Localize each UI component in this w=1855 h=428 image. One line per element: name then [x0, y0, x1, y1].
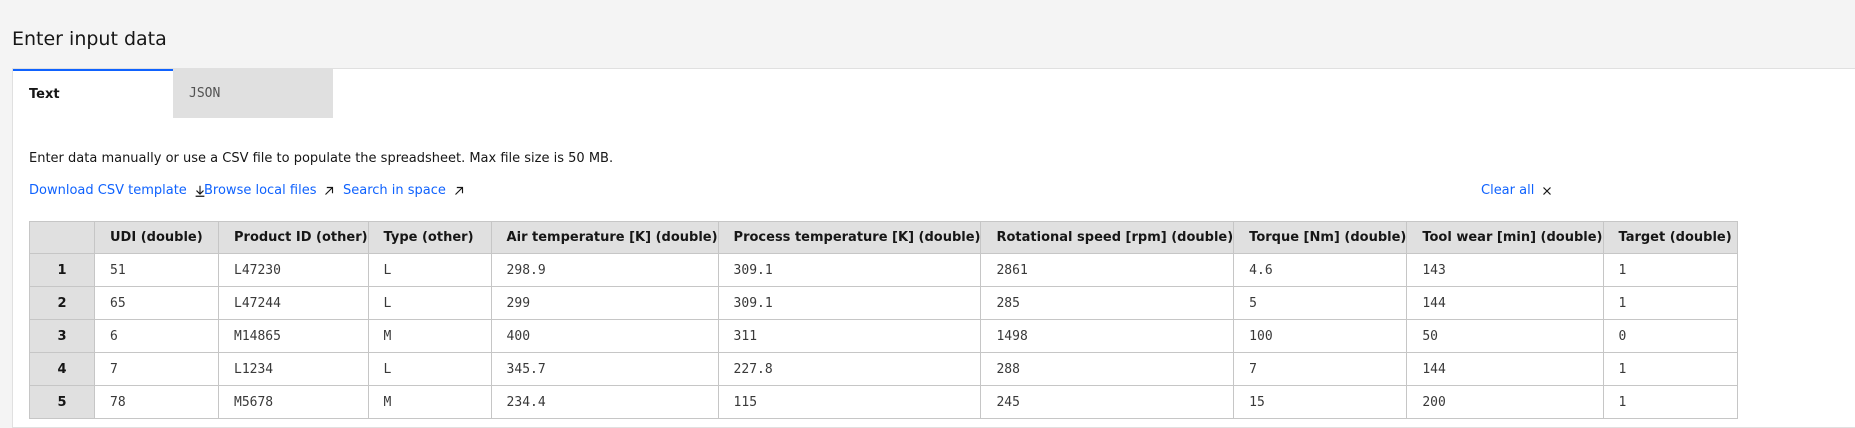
- table-row: 4 7 L1234 L 345.7 227.8 288 7 144 1: [29, 352, 1738, 386]
- row-number[interactable]: 3: [29, 319, 95, 353]
- close-icon: [1543, 186, 1552, 195]
- column-header[interactable]: UDI (double): [94, 221, 219, 254]
- browse-local-files-link[interactable]: Browse local files: [204, 183, 336, 198]
- table-row: 3 6 M14865 M 400 311 1498 100 50 0: [29, 319, 1738, 353]
- tab-list: Text JSON: [13, 69, 333, 118]
- table-cell[interactable]: M5678: [218, 385, 369, 419]
- external-link-icon: [455, 186, 463, 195]
- table-cell[interactable]: 1498: [980, 319, 1235, 353]
- table-cell[interactable]: 245: [980, 385, 1235, 419]
- table-cell[interactable]: 50: [1406, 319, 1604, 353]
- column-header[interactable]: Torque [Nm] (double): [1233, 221, 1408, 254]
- column-header[interactable]: Product ID (other): [218, 221, 369, 254]
- table-cell[interactable]: 143: [1406, 253, 1604, 287]
- table-cell[interactable]: L: [367, 286, 492, 320]
- table-cell[interactable]: 285: [980, 286, 1235, 320]
- table-cell[interactable]: 298.9: [490, 253, 719, 287]
- table-cell[interactable]: L: [367, 253, 492, 287]
- table-cell[interactable]: 7: [94, 352, 219, 386]
- corner-cell: [29, 221, 95, 254]
- external-link-icon: [325, 186, 334, 195]
- table-row: 2 65 L47244 L 299 309.1 285 5 144 1: [29, 286, 1738, 320]
- table-cell[interactable]: 144: [1406, 352, 1604, 386]
- table-cell[interactable]: 115: [717, 385, 982, 419]
- table-cell[interactable]: 200: [1406, 385, 1604, 419]
- table-cell[interactable]: 227.8: [717, 352, 982, 386]
- tab-json[interactable]: JSON: [173, 69, 333, 118]
- input-panel: Text JSON Enter data manually or use a C…: [12, 68, 1855, 428]
- table-cell[interactable]: 309.1: [717, 253, 982, 287]
- row-number[interactable]: 4: [29, 352, 95, 386]
- table-cell[interactable]: 65: [94, 286, 219, 320]
- clear-all-button[interactable]: Clear all: [1481, 183, 1554, 198]
- table-cell[interactable]: 6: [94, 319, 219, 353]
- action-bar: Download CSV template Browse local files…: [29, 183, 1819, 203]
- column-header[interactable]: Target (double): [1602, 221, 1738, 254]
- table-cell[interactable]: 299: [490, 286, 719, 320]
- table-cell[interactable]: 345.7: [490, 352, 719, 386]
- row-number[interactable]: 5: [29, 385, 95, 419]
- table-cell[interactable]: 51: [94, 253, 219, 287]
- table-cell[interactable]: 78: [94, 385, 219, 419]
- table-cell[interactable]: 15: [1233, 385, 1408, 419]
- page-title: Enter input data: [12, 28, 167, 50]
- column-header[interactable]: Air temperature [K] (double): [490, 221, 719, 254]
- upload-description: Enter data manually or use a CSV file to…: [29, 151, 614, 166]
- table-cell[interactable]: 144: [1406, 286, 1604, 320]
- column-header[interactable]: Type (other): [367, 221, 492, 254]
- column-header[interactable]: Tool wear [min] (double): [1406, 221, 1604, 254]
- table-cell[interactable]: 7: [1233, 352, 1408, 386]
- input-spreadsheet: UDI (double) Product ID (other) Type (ot…: [29, 221, 1738, 419]
- table-cell[interactable]: 400: [490, 319, 719, 353]
- clear-all-label: Clear all: [1481, 183, 1535, 198]
- table-cell[interactable]: M: [367, 385, 492, 419]
- table-cell[interactable]: 311: [717, 319, 982, 353]
- tab-text[interactable]: Text: [13, 69, 173, 118]
- table-cell[interactable]: L47230: [218, 253, 369, 287]
- table-cell[interactable]: M14865: [218, 319, 369, 353]
- table-cell[interactable]: 5: [1233, 286, 1408, 320]
- table-cell[interactable]: 234.4: [490, 385, 719, 419]
- table-cell[interactable]: 288: [980, 352, 1235, 386]
- header-row: UDI (double) Product ID (other) Type (ot…: [29, 221, 1738, 254]
- download-csv-template-label: Download CSV template: [29, 183, 187, 198]
- table-row: 1 51 L47230 L 298.9 309.1 2861 4.6 143 1: [29, 253, 1738, 287]
- table-cell[interactable]: 1: [1602, 385, 1738, 419]
- table-cell[interactable]: L47244: [218, 286, 369, 320]
- table-cell[interactable]: 2861: [980, 253, 1235, 287]
- row-number[interactable]: 2: [29, 286, 95, 320]
- row-number[interactable]: 1: [29, 253, 95, 287]
- column-header[interactable]: Rotational speed [rpm] (double): [980, 221, 1235, 254]
- search-in-space-label: Search in space: [343, 183, 446, 198]
- table-cell[interactable]: 1: [1602, 286, 1738, 320]
- browse-local-files-label: Browse local files: [204, 183, 317, 198]
- table-cell[interactable]: 1: [1602, 352, 1738, 386]
- table-cell[interactable]: 1: [1602, 253, 1738, 287]
- table-cell[interactable]: L: [367, 352, 492, 386]
- table-row: 5 78 M5678 M 234.4 115 245 15 200 1: [29, 385, 1738, 419]
- table-cell[interactable]: 0: [1602, 319, 1738, 353]
- search-in-space-link[interactable]: Search in space: [343, 183, 466, 198]
- download-csv-template-link[interactable]: Download CSV template: [29, 183, 207, 198]
- table-cell[interactable]: 4.6: [1233, 253, 1408, 287]
- table-cell[interactable]: 309.1: [717, 286, 982, 320]
- table-cell[interactable]: 100: [1233, 319, 1408, 353]
- table-cell[interactable]: M: [367, 319, 492, 353]
- table-cell[interactable]: L1234: [218, 352, 369, 386]
- column-header[interactable]: Process temperature [K] (double): [717, 221, 982, 254]
